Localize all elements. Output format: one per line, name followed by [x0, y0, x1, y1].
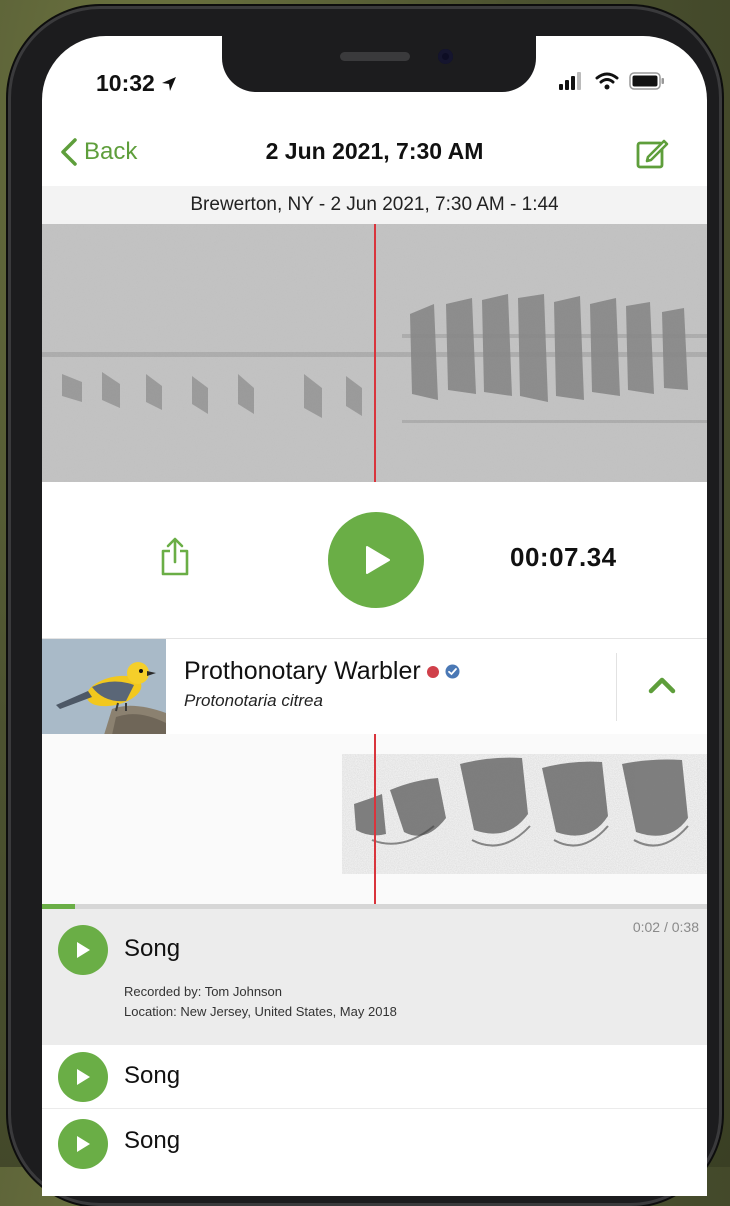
- chevron-up-icon: [648, 677, 676, 694]
- sound-item-label: Song: [124, 935, 181, 962]
- wifi-icon: [595, 72, 619, 90]
- cellular-signal-icon: [559, 72, 581, 90]
- sound-play-button[interactable]: [58, 1119, 108, 1169]
- status-bar-icons: [559, 72, 665, 90]
- sound-play-button[interactable]: [58, 925, 108, 975]
- sound-item-time: 0:02 / 0:38: [632, 919, 699, 935]
- status-bar-time: 10:32: [96, 70, 177, 97]
- elapsed-time: 00:07.34: [510, 542, 617, 572]
- species-photo: [42, 639, 166, 735]
- compose-icon: [636, 139, 669, 169]
- sound-item[interactable]: Song: [42, 1046, 707, 1109]
- sound-location: Location: New Jersey, United States, May…: [124, 1004, 397, 1019]
- share-icon: [161, 537, 189, 576]
- species-scientific-name: Protonotaria citrea: [184, 691, 323, 710]
- play-icon: [77, 1069, 90, 1085]
- front-camera: [438, 49, 453, 64]
- share-button[interactable]: [158, 537, 192, 582]
- phone-frame: 10:32 Back 2 Jun 2021, 7:30 AM Brewerton…: [8, 6, 722, 1206]
- battery-icon: [629, 72, 664, 90]
- navigation-bar: Back 2 Jun 2021, 7:30 AM: [42, 136, 707, 188]
- recording-info-bar: Brewerton, NY - 2 Jun 2021, 7:30 AM - 1:…: [42, 186, 707, 224]
- reference-spectrogram[interactable]: [42, 734, 707, 904]
- sound-item-label: Song: [124, 1062, 181, 1089]
- sound-item[interactable]: Song 0:02 / 0:38 Recorded by: Tom Johnso…: [42, 909, 707, 1045]
- page-title: 2 Jun 2021, 7:30 AM: [265, 138, 484, 164]
- notch: [222, 36, 536, 92]
- species-header[interactable]: Prothonotary Warbler Protonotaria citrea: [42, 638, 707, 736]
- play-icon: [77, 1136, 90, 1152]
- clock-text: 10:32: [96, 70, 155, 96]
- warbler-photo-image: [42, 639, 166, 735]
- sound-item-label: Song: [124, 1127, 181, 1154]
- rare-species-dot-icon: [426, 665, 439, 678]
- speaker-grille: [340, 52, 410, 61]
- sound-play-button[interactable]: [58, 1052, 108, 1102]
- app-screen: 10:32 Back 2 Jun 2021, 7:30 AM Brewerton…: [42, 36, 707, 1196]
- verified-check-icon: [445, 664, 460, 679]
- sound-item[interactable]: Song: [42, 1109, 707, 1179]
- header-divider: [616, 653, 617, 721]
- play-button[interactable]: [328, 512, 424, 608]
- play-icon: [77, 942, 90, 958]
- location-arrow-icon: [161, 76, 176, 91]
- reference-playhead-line[interactable]: [374, 734, 376, 904]
- edit-button[interactable]: [635, 136, 669, 175]
- playback-controls: 00:07.34: [42, 482, 707, 638]
- play-icon: [366, 546, 390, 574]
- playhead-line[interactable]: [374, 224, 376, 482]
- sound-recordist: Recorded by: Tom Johnson: [124, 984, 283, 999]
- species-common-name: Prothonotary Warbler: [184, 657, 460, 686]
- collapse-button[interactable]: [647, 675, 677, 700]
- common-name-text: Prothonotary Warbler: [184, 657, 421, 685]
- recording-spectrogram[interactable]: [42, 224, 707, 482]
